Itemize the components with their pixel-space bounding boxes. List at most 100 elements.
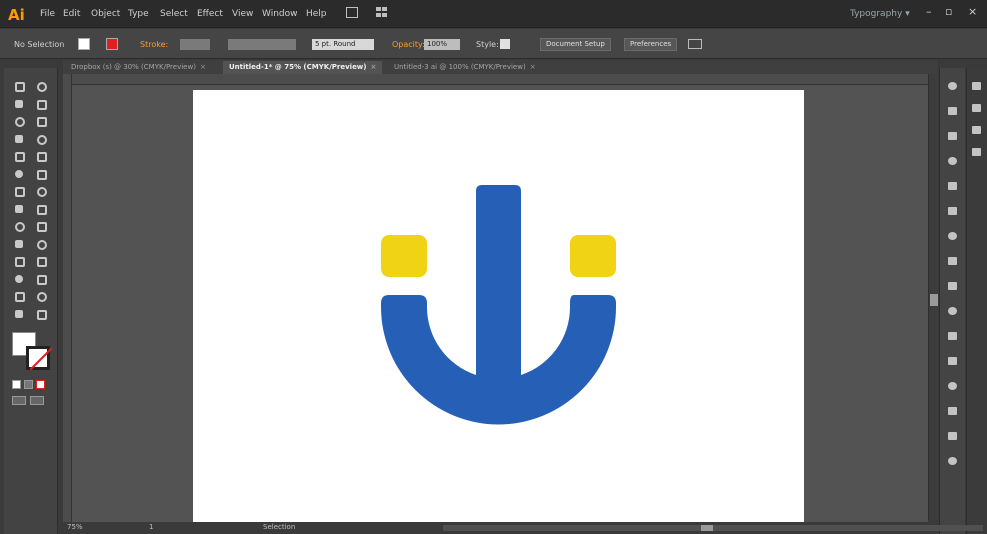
pen-tool-icon[interactable] [10, 113, 30, 131]
drawing-mode-icon[interactable] [12, 396, 26, 405]
close-icon[interactable]: × [370, 63, 376, 71]
swatches-panel-icon[interactable] [946, 105, 960, 117]
graphic-style-swatch[interactable] [500, 39, 510, 49]
none-mode-button[interactable] [36, 380, 45, 389]
pathfinder-panel-icon[interactable] [946, 405, 960, 417]
arrange-icon[interactable] [688, 39, 702, 49]
close-icon[interactable]: × [200, 63, 206, 71]
artboard-navigation[interactable]: 1 [149, 523, 153, 531]
horizontal-scroll-thumb[interactable] [701, 525, 713, 531]
eyedropper-tool-icon[interactable] [10, 253, 30, 271]
preferences-button[interactable]: Preferences [624, 38, 678, 51]
close-button[interactable]: × [968, 5, 977, 18]
opacity-label-link[interactable]: Opacity: [392, 40, 425, 49]
blend-tool-icon[interactable] [32, 253, 52, 271]
artboard-tool-icon[interactable] [10, 288, 30, 306]
vertical-scroll-thumb[interactable] [930, 294, 938, 306]
close-icon[interactable]: × [530, 63, 536, 71]
selection-tool-icon[interactable] [10, 78, 30, 96]
brushes-panel-icon[interactable] [946, 130, 960, 142]
menu-view[interactable]: View [232, 9, 253, 19]
go-to-bridge-icon[interactable] [346, 7, 358, 18]
symbols-panel-icon[interactable] [946, 155, 960, 167]
stroke-color-swatch[interactable] [106, 38, 118, 50]
stroke-label-link[interactable]: Stroke: [140, 40, 168, 49]
character-panel-icon[interactable] [970, 80, 984, 92]
document-setup-button[interactable]: Document Setup [540, 38, 611, 51]
fill-color-swatch[interactable] [78, 38, 90, 50]
stroke-panel-icon[interactable] [946, 330, 960, 342]
artboards-panel-icon[interactable] [946, 255, 960, 267]
menu-help[interactable]: Help [306, 9, 327, 19]
yellow-square-left[interactable] [381, 235, 427, 277]
tab-untitled-1[interactable]: Untitled-1* @ 75% (CMYK/Preview) × [223, 61, 383, 74]
rectangle-tool-icon[interactable] [32, 131, 52, 149]
maximize-button[interactable]: ▫ [945, 5, 952, 18]
screen-mode-icon[interactable] [30, 396, 44, 405]
lasso-tool-icon[interactable] [32, 96, 52, 114]
stroke-swatch[interactable] [26, 346, 50, 370]
navigator-panel-icon[interactable] [946, 455, 960, 467]
width-tool-icon[interactable] [10, 201, 30, 219]
yellow-square-right[interactable] [570, 235, 616, 277]
workspace-switcher[interactable]: Typography ▾ [850, 9, 910, 19]
transparency-panel-icon[interactable] [946, 280, 960, 292]
mesh-tool-icon[interactable] [10, 236, 30, 254]
column-graph-tool-icon[interactable] [32, 271, 52, 289]
current-tool-status[interactable]: Selection [263, 523, 295, 531]
blob-brush-tool-icon[interactable] [10, 166, 30, 184]
graphic-styles-panel-icon[interactable] [946, 180, 960, 192]
menu-select[interactable]: Select [160, 9, 188, 19]
eraser-tool-icon[interactable] [32, 166, 52, 184]
color-panel-icon[interactable] [946, 80, 960, 92]
menu-window[interactable]: Window [262, 9, 298, 19]
pencil-tool-icon[interactable] [32, 148, 52, 166]
variable-width-profile-dropdown[interactable] [228, 39, 296, 50]
magic-wand-tool-icon[interactable] [10, 96, 30, 114]
stroke-weight-field[interactable] [180, 39, 210, 50]
slice-tool-icon[interactable] [32, 288, 52, 306]
line-tool-icon[interactable] [10, 131, 30, 149]
artboard[interactable] [193, 90, 804, 522]
menu-type[interactable]: Type [128, 9, 149, 19]
opacity-field[interactable]: 100% [424, 39, 460, 50]
horizontal-scrollbar[interactable] [443, 525, 983, 531]
opentype-panel-icon[interactable] [970, 124, 984, 136]
vertical-scrollbar[interactable] [928, 74, 938, 520]
layers-panel-icon[interactable] [946, 230, 960, 242]
links-panel-icon[interactable] [946, 430, 960, 442]
symbol-sprayer-tool-icon[interactable] [10, 271, 30, 289]
scale-tool-icon[interactable] [32, 183, 52, 201]
paragraph-panel-icon[interactable] [970, 102, 984, 114]
canvas-area[interactable] [72, 85, 928, 522]
zoom-level[interactable]: 75% [67, 523, 83, 531]
anchor-shape[interactable] [381, 185, 616, 425]
horizontal-ruler[interactable] [72, 74, 928, 85]
transform-panel-icon[interactable] [946, 380, 960, 392]
vertical-ruler[interactable] [63, 74, 72, 522]
gradient-tool-icon[interactable] [32, 236, 52, 254]
menu-object[interactable]: Object [91, 9, 120, 19]
menu-effect[interactable]: Effect [197, 9, 223, 19]
zoom-tool-icon[interactable] [32, 306, 52, 324]
shape-builder-tool-icon[interactable] [10, 218, 30, 236]
tab-untitled-3[interactable]: Untitled-3 ai @ 100% (CMYK/Preview) × [388, 61, 542, 74]
glyphs-panel-icon[interactable] [970, 146, 984, 158]
anchor-logo-artwork[interactable] [381, 185, 616, 425]
hand-tool-icon[interactable] [10, 306, 30, 324]
menu-file[interactable]: File [40, 9, 55, 19]
gradient-panel-icon[interactable] [946, 305, 960, 317]
rotate-tool-icon[interactable] [10, 183, 30, 201]
align-panel-icon[interactable] [946, 355, 960, 367]
paintbrush-tool-icon[interactable] [10, 148, 30, 166]
type-tool-icon[interactable] [32, 113, 52, 131]
color-mode-button[interactable] [12, 380, 21, 389]
brush-definition-dropdown[interactable]: 5 pt. Round [312, 39, 374, 50]
gradient-mode-button[interactable] [24, 380, 33, 389]
menu-edit[interactable]: Edit [63, 9, 80, 19]
tab-dropbox-doc[interactable]: Dropbox (s) @ 30% (CMYK/Preview) × [65, 61, 212, 74]
free-transform-tool-icon[interactable] [32, 201, 52, 219]
direct-selection-tool-icon[interactable] [32, 78, 52, 96]
arrange-documents-icon[interactable] [376, 7, 392, 18]
perspective-grid-tool-icon[interactable] [32, 218, 52, 236]
